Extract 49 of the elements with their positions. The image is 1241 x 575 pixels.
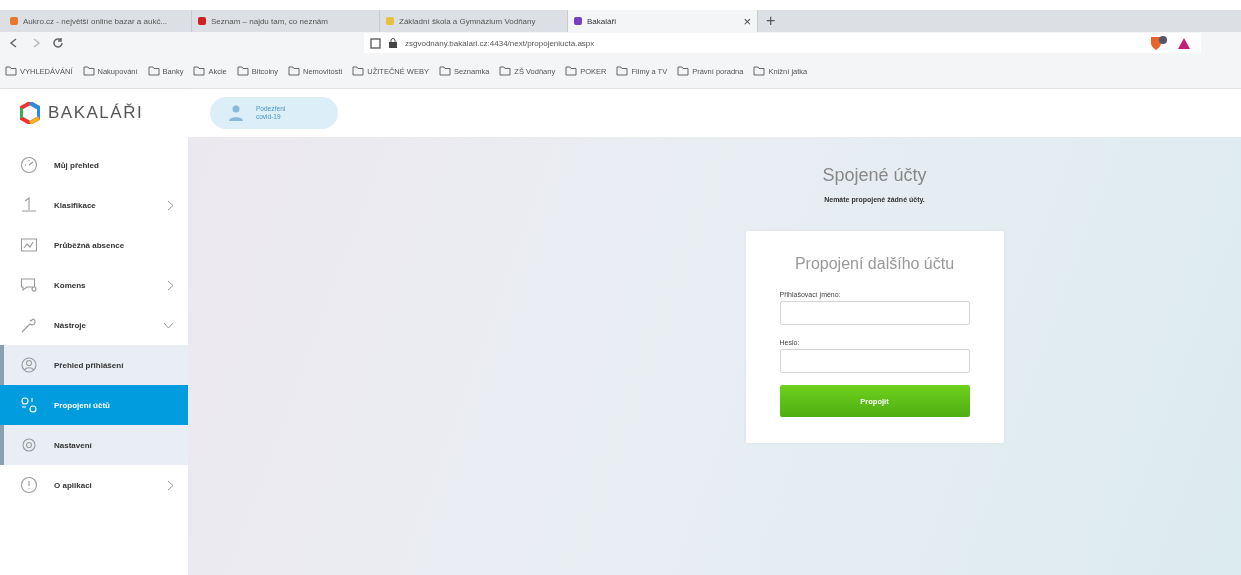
folder-icon xyxy=(352,66,365,76)
folder-icon xyxy=(288,66,301,76)
info-icon xyxy=(20,476,38,494)
wrench-icon xyxy=(20,316,38,334)
sidebar-item[interactable]: Průběžná absence xyxy=(0,225,188,265)
bookmark-page-icon[interactable] xyxy=(370,37,381,49)
sidebar-item[interactable]: Přehled přihlášení xyxy=(0,345,188,385)
folder-icon xyxy=(193,66,206,76)
folder-icon xyxy=(753,66,766,76)
shield-icon[interactable] xyxy=(1149,35,1169,51)
chart-icon xyxy=(20,236,38,254)
chevron-right-icon xyxy=(167,479,174,491)
sidebar-item[interactable]: Můj přehled xyxy=(0,145,188,185)
input-field[interactable] xyxy=(779,349,970,373)
folder-icon xyxy=(677,66,690,76)
sidebar-item[interactable]: Nástroje xyxy=(0,305,188,345)
logo-icon xyxy=(20,102,40,124)
folder-icon xyxy=(499,66,512,76)
card-title: Propojení dalšího účtu xyxy=(793,255,956,273)
reload-icon[interactable] xyxy=(52,37,64,49)
chat-bubble-icon xyxy=(20,276,38,294)
sidebar-item[interactable]: Komens xyxy=(0,265,188,305)
numeral-icon xyxy=(20,196,38,214)
sidebar-item[interactable]: Klasifikace xyxy=(0,185,188,225)
sidebar-item[interactable]: Nastavení xyxy=(0,425,188,465)
chevron-right-icon xyxy=(167,279,174,291)
app-logo-text: BAKALÁŘI xyxy=(48,103,144,123)
warning-triangle-icon[interactable] xyxy=(1177,36,1191,50)
close-tab-button[interactable]: × xyxy=(743,13,751,29)
chevron-down-icon xyxy=(163,321,174,329)
url-field[interactable]: zsgvodnany.bakalari.cz:4434/next/propojeniucta.aspx xyxy=(405,38,595,48)
chevron-right-icon xyxy=(167,199,174,211)
person-icon xyxy=(226,104,246,122)
linked-users-icon xyxy=(20,396,38,414)
folder-icon xyxy=(438,66,451,76)
browser-tab[interactable]: Bakaláři × xyxy=(568,10,758,32)
page-title: Spojené účty xyxy=(822,165,927,186)
lock-icon xyxy=(389,38,397,48)
new-tab-button[interactable]: + xyxy=(758,10,784,32)
input-field[interactable] xyxy=(779,301,970,325)
folder-icon xyxy=(147,66,160,76)
dashboard-icon xyxy=(20,156,38,174)
sidebar-item[interactable]: O aplikaci xyxy=(0,465,188,505)
folder-icon xyxy=(5,66,17,76)
folder-icon xyxy=(616,66,629,76)
folder-icon xyxy=(82,66,95,76)
folder-icon xyxy=(565,66,578,76)
gear-icon xyxy=(20,436,38,454)
folder-icon xyxy=(236,66,249,76)
